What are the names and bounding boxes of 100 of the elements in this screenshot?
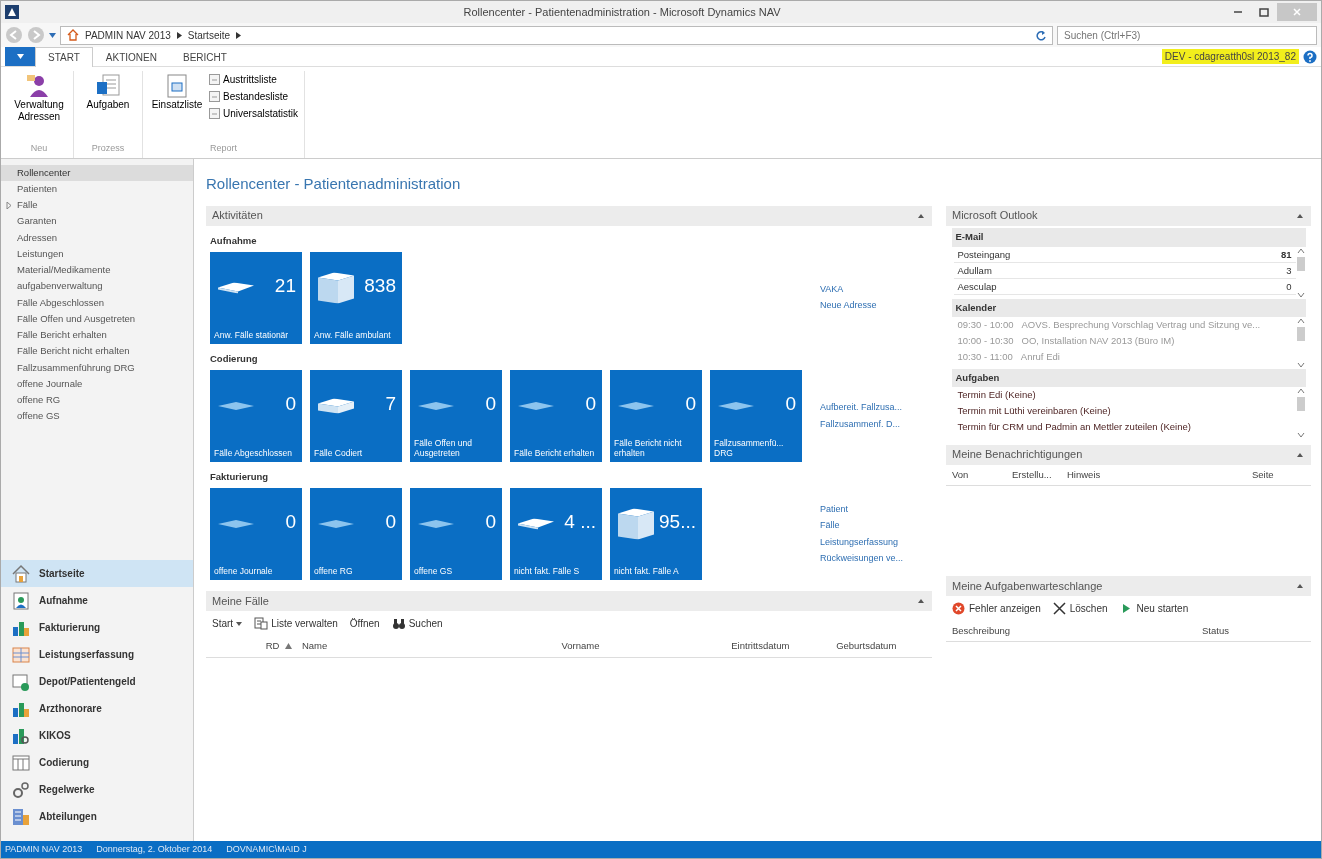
action-link[interactable]: Fälle: [820, 519, 932, 533]
cue-tile[interactable]: 0 Fälle Abgeschlossen: [210, 370, 302, 462]
navigation-item[interactable]: offene GS: [1, 408, 193, 425]
navigation-item[interactable]: Rollencenter: [1, 164, 193, 181]
home-icon[interactable]: [67, 29, 79, 41]
column-header[interactable]: Status: [1202, 623, 1262, 638]
ribbon-button[interactable]: Aufgaben: [80, 71, 136, 142]
task-item[interactable]: Termin mit Lüthi vereinbaren (Keine): [957, 404, 1111, 418]
breadcrumb-arrow-icon[interactable]: [236, 31, 242, 39]
cue-tile[interactable]: 0 Fallzusammenfü... DRG: [710, 370, 802, 462]
action-link[interactable]: Leistungserfassung: [820, 535, 932, 550]
building-icon: [11, 806, 31, 827]
department-button[interactable]: Aufnahme: [1, 587, 193, 614]
navigation-item[interactable]: Fälle Bericht nicht erhalten: [1, 343, 193, 360]
ribbon-button[interactable]: Austrittsliste: [209, 71, 299, 88]
toolbar-button[interactable]: Suchen: [391, 616, 443, 632]
expand-icon[interactable]: [6, 201, 12, 209]
part-header[interactable]: Aktivitäten: [206, 205, 932, 226]
toolbar-button[interactable]: Start: [212, 616, 243, 632]
minimize-icon: [1234, 11, 1242, 13]
cue-tile[interactable]: 838 Anw. Fälle ambulant: [310, 251, 402, 344]
folder-name[interactable]: Posteingang: [957, 247, 1011, 261]
navigation-item[interactable]: offene Journale: [1, 375, 193, 392]
action-link[interactable]: Rückweisungen ve...: [820, 552, 932, 566]
column-header[interactable]: Eintrittsdatum: [731, 639, 790, 654]
navigation-item[interactable]: Adressen: [1, 229, 193, 246]
department-button[interactable]: Regelwerke: [1, 776, 193, 803]
breadcrumb-arrow-icon[interactable]: [176, 31, 182, 39]
navigation-item[interactable]: Garanten: [1, 213, 193, 230]
navigation-item[interactable]: Fälle Abgeschlossen: [1, 294, 193, 311]
department-button[interactable]: KIKOS: [1, 722, 193, 749]
toolbar-button[interactable]: Neu starten: [1119, 600, 1189, 616]
ribbon-button[interactable]: Einsatzliste: [149, 71, 205, 142]
ribbon-tab[interactable]: START: [35, 47, 93, 67]
folder-name[interactable]: Aesculap: [957, 279, 997, 293]
column-header[interactable]: Geburtsdatum: [836, 639, 897, 654]
department-button[interactable]: Leistungserfassung: [1, 641, 193, 668]
department-button[interactable]: Fakturierung: [1, 614, 193, 641]
column-header[interactable]: Von: [952, 467, 1012, 482]
department-button[interactable]: Codierung: [1, 749, 193, 776]
part-header[interactable]: Meine Fälle: [206, 591, 932, 612]
column-header[interactable]: Name: [301, 639, 328, 654]
folder-name[interactable]: Adullam: [957, 263, 992, 277]
cue-tile[interactable]: 0 Fälle Offen und Ausgetreten: [410, 370, 502, 462]
cue-tile[interactable]: 0 offene GS: [410, 488, 502, 581]
cue-tile[interactable]: 0 Fälle Bericht nicht erhalten: [610, 370, 702, 462]
dropdown-icon[interactable]: [49, 32, 56, 38]
part-header[interactable]: Meine Aufgabenwarteschlange: [946, 575, 1311, 596]
navigation-item[interactable]: Leistungen: [1, 245, 193, 262]
ribbon-button[interactable]: Verwaltung Adressen: [11, 71, 67, 142]
cue-tile[interactable]: 0 Fälle Bericht erhalten: [510, 370, 602, 462]
navigation-item[interactable]: Material/Medikamente: [1, 262, 193, 279]
action-link[interactable]: Patient: [820, 502, 932, 517]
ribbon-button[interactable]: Bestandesliste: [209, 88, 299, 105]
toolbar-button[interactable]: Fehler anzeigen: [952, 600, 1041, 616]
task-item[interactable]: Termin Edi (Keine): [957, 388, 1036, 402]
column-header[interactable]: RD: [265, 639, 280, 654]
action-link[interactable]: VAKA: [820, 282, 932, 297]
department-button[interactable]: Arzthonorare: [1, 695, 193, 722]
action-link[interactable]: Neue Adresse: [820, 299, 932, 313]
ribbon-tab[interactable]: BERICHT: [170, 47, 240, 66]
navigation-item[interactable]: Fälle: [1, 197, 193, 214]
part-header[interactable]: Microsoft Outlook: [946, 205, 1311, 226]
department-button[interactable]: Startseite: [1, 560, 193, 587]
cue-tile[interactable]: 95... nicht fakt. Fälle A: [610, 488, 702, 581]
department-button[interactable]: Abteilungen: [1, 803, 193, 830]
breadcrumb-item[interactable]: Startseite: [187, 27, 231, 43]
column-header[interactable]: Hinweis: [1067, 467, 1252, 482]
toolbar-button[interactable]: Öffnen: [349, 616, 380, 632]
navigation-item[interactable]: offene RG: [1, 392, 193, 409]
help-icon[interactable]: [1303, 50, 1317, 64]
action-link[interactable]: Aufbereit. Fallzusa...: [820, 401, 932, 415]
navigation-item[interactable]: Patienten: [1, 180, 193, 197]
toolbar-button[interactable]: Löschen: [1052, 600, 1108, 616]
column-header[interactable]: Seite: [1252, 467, 1292, 482]
column-header[interactable]: Vorname: [561, 639, 600, 654]
breadcrumb-item[interactable]: PADMIN NAV 2013: [85, 27, 171, 43]
navigation-item[interactable]: Fälle Bericht erhalten: [1, 327, 193, 344]
ribbon-button[interactable]: Universalstatistik: [209, 105, 299, 122]
task-item[interactable]: Termin für CRM und Padmin an Mettler zuteilen (Keine): [957, 420, 1191, 434]
search-field[interactable]: Suchen (Ctrl+F3): [1057, 25, 1317, 45]
navigation-item[interactable]: aufgabenverwaltung: [1, 278, 193, 295]
refresh-icon[interactable]: [1035, 29, 1046, 41]
cue-tile[interactable]: 4 ... nicht fakt. Fälle S: [510, 488, 602, 581]
navigation-item[interactable]: Fälle Offen und Ausgetreten: [1, 310, 193, 327]
action-link[interactable]: Fallzusammenf. D...: [820, 417, 932, 431]
cue-tile[interactable]: 7 Fälle Codiert: [310, 370, 402, 462]
cue-tile[interactable]: 21 Anw. Fälle stationär: [210, 251, 302, 344]
toolbar-button[interactable]: Liste verwalten: [254, 616, 338, 632]
ribbon-tab[interactable]: AKTIONEN: [92, 47, 170, 66]
department-button[interactable]: Depot/Patientengeld: [1, 668, 193, 695]
navigation-item[interactable]: Fallzusammenführung DRG: [1, 359, 193, 376]
cue-tile[interactable]: 0 offene RG: [310, 488, 402, 581]
part-header[interactable]: Meine Benachrichtigungen: [946, 444, 1311, 465]
cue-tile[interactable]: 0 offene Journale: [210, 488, 302, 581]
column-header[interactable]: Erstellu...: [1012, 467, 1067, 482]
application-menu-button[interactable]: [5, 47, 35, 66]
tile-caption: Anw. Fälle ambulant: [314, 329, 392, 340]
column-header[interactable]: Beschreibung: [952, 623, 1202, 638]
flat-sheet-icon: [418, 402, 454, 410]
